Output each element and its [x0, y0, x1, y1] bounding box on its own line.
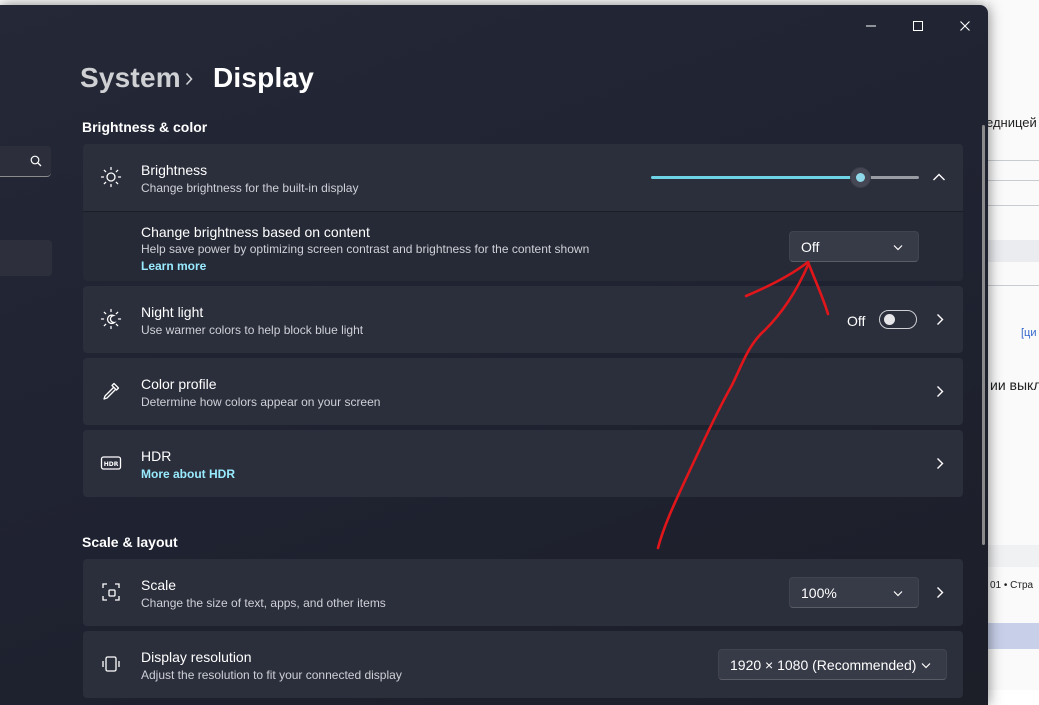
- scale-dropdown[interactable]: 100%: [789, 577, 919, 608]
- display-resolution-dropdown[interactable]: 1920 × 1080 (Recommended): [718, 649, 947, 680]
- scale-card[interactable]: Scale Change the size of text, apps, and…: [83, 559, 963, 626]
- scale-icon: [100, 581, 122, 603]
- settings-window: System Display Brightness & color Bright…: [0, 5, 988, 705]
- svg-text:HDR: HDR: [104, 461, 119, 468]
- background-band: [988, 623, 1039, 649]
- dropdown-value: 100%: [801, 585, 837, 601]
- background-divider: [988, 180, 1039, 181]
- night-light-icon: [100, 308, 122, 330]
- scale-title: Scale: [141, 577, 177, 593]
- maximize-icon: [913, 21, 923, 31]
- chevron-up-icon[interactable]: [932, 172, 946, 182]
- background-divider: [988, 285, 1039, 286]
- chevron-down-icon: [921, 663, 931, 669]
- section-title-brightness-color: Brightness & color: [82, 119, 208, 135]
- night-light-description: Use warmer colors to help block blue lig…: [141, 323, 364, 337]
- background-footer-text: 01 • Стра: [990, 580, 1034, 591]
- background-text: едницей: [988, 115, 1037, 130]
- night-light-state-label: Off: [847, 313, 866, 329]
- display-resolution-description: Adjust the resolution to fit your connec…: [141, 668, 402, 682]
- color-profile-title: Color profile: [141, 376, 217, 392]
- section-title-scale-layout: Scale & layout: [82, 534, 178, 550]
- chevron-right-icon: [937, 587, 944, 598]
- background-link[interactable]: [ци: [1021, 327, 1037, 339]
- scale-description: Change the size of text, apps, and other…: [141, 596, 386, 610]
- breadcrumb-parent[interactable]: System: [80, 62, 181, 94]
- more-about-hdr-link[interactable]: More about HDR: [141, 467, 235, 481]
- learn-more-link[interactable]: Learn more: [141, 259, 206, 273]
- content-brightness-dropdown[interactable]: Off: [789, 231, 919, 262]
- night-light-card[interactable]: Night light Use warmer colors to help bl…: [83, 286, 963, 353]
- color-profile-card[interactable]: Color profile Determine how colors appea…: [83, 358, 963, 425]
- background-divider: [988, 160, 1039, 161]
- night-light-title: Night light: [141, 304, 204, 320]
- maximize-button[interactable]: [900, 11, 936, 41]
- brightness-title: Brightness: [141, 162, 208, 178]
- brightness-card: Brightness Change brightness for the bui…: [83, 144, 963, 211]
- dropdown-value: 1920 × 1080 (Recommended): [730, 657, 917, 673]
- chevron-down-icon: [893, 245, 903, 251]
- display-resolution-title: Display resolution: [141, 649, 252, 665]
- background-divider: [988, 205, 1039, 206]
- chevron-right-icon: [937, 458, 944, 469]
- content-brightness-description: Help save power by optimizing screen con…: [141, 242, 590, 256]
- close-icon: [960, 21, 970, 31]
- chevron-right-icon: [185, 72, 193, 86]
- brightness-description: Change brightness for the built-in displ…: [141, 181, 359, 195]
- dropdown-value: Off: [801, 239, 820, 255]
- night-light-toggle[interactable]: [879, 310, 917, 329]
- close-button[interactable]: [947, 11, 983, 41]
- page-title: Display: [213, 62, 314, 93]
- color-profile-description: Determine how colors appear on your scre…: [141, 395, 381, 409]
- minimize-icon: [866, 25, 876, 27]
- chevron-right-icon: [937, 314, 944, 325]
- scrollbar[interactable]: [982, 125, 985, 545]
- hdr-title: HDR: [141, 448, 172, 464]
- brightness-slider-fill[interactable]: [651, 176, 861, 179]
- brightness-slider-thumb[interactable]: [850, 168, 870, 187]
- content-brightness-title: Change brightness based on content: [141, 224, 370, 240]
- chevron-down-icon: [893, 591, 903, 597]
- content-brightness-card: Change brightness based on content Help …: [83, 211, 963, 281]
- resolution-icon: [100, 653, 122, 675]
- hdr-icon: HDR: [100, 452, 122, 474]
- hdr-card[interactable]: HDR HDR More about HDR: [83, 430, 963, 497]
- background-text: ии выкл: [990, 377, 1039, 393]
- background-web-page: едницей [ци ии выкл 01 • Стра: [988, 0, 1039, 690]
- display-resolution-card: Display resolution Adjust the resolution…: [83, 631, 963, 698]
- chevron-right-icon: [937, 386, 944, 397]
- eyedropper-icon: [100, 380, 122, 402]
- search-icon: [30, 155, 42, 167]
- background-band: [988, 240, 1039, 262]
- settings-search-input[interactable]: [0, 146, 51, 177]
- background-band: [988, 545, 1039, 567]
- sun-icon: [100, 166, 122, 188]
- sidebar-item-system[interactable]: [0, 240, 52, 276]
- minimize-button[interactable]: [853, 11, 889, 41]
